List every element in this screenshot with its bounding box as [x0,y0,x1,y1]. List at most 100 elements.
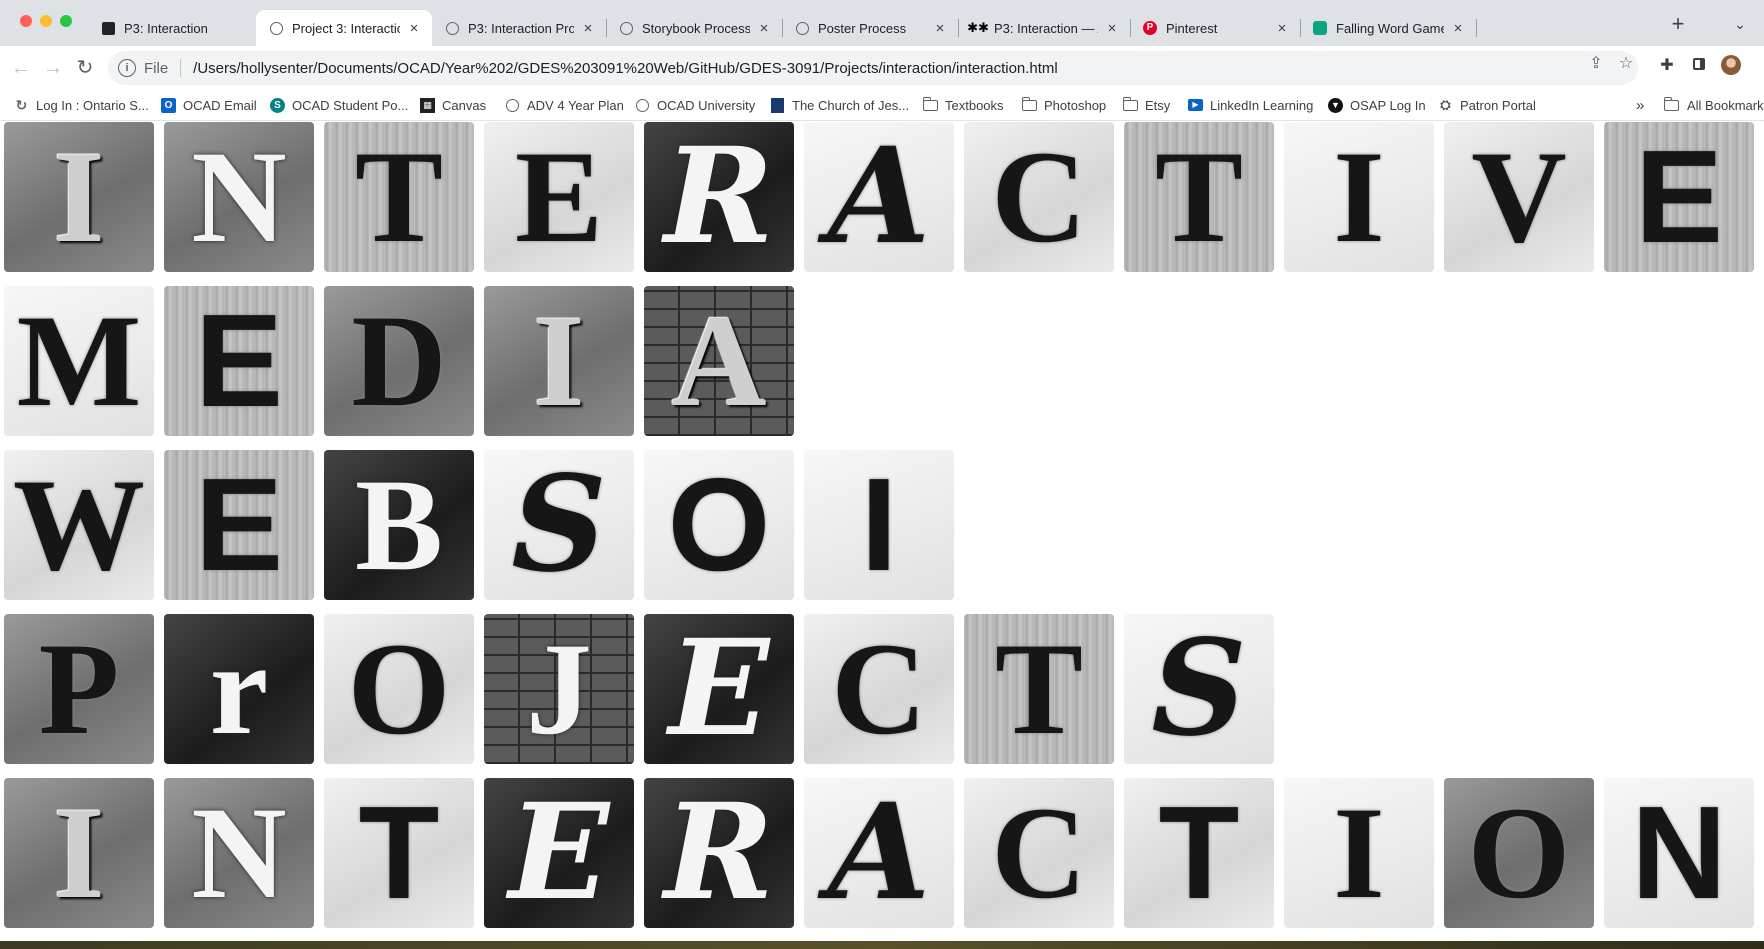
forward-button[interactable]: → [40,55,66,81]
bookmark-item[interactable]: ADV 4 Year Plan [505,95,624,115]
bookmarks-bar: ↻ Log In : Ontario S... O OCAD Email S OCAD S… [0,90,1764,121]
letter-tile-pole[interactable]: I [804,450,954,600]
patron-icon: ⛭ [1440,97,1451,112]
tab-6[interactable]: ✱✱ P3: Interaction — Are.na × [958,10,1131,46]
letter-tile-church-doors[interactable]: W [4,450,154,600]
new-tab-button[interactable]: + [1664,13,1692,35]
letter-tile-gothic-arch[interactable]: N [164,778,314,928]
letter-tile-script-wire[interactable]: R [644,122,794,272]
desktop-background-strip [0,941,1764,949]
bookmark-item[interactable]: O OCAD Email [161,95,257,115]
bookmark-item[interactable]: Etsy [1122,95,1170,115]
letter-tile-brick-sign[interactable]: A [644,286,794,436]
bookmark-label: Log In : Ontario S... [36,97,149,113]
bookmark-item[interactable]: ▼ OSAP Log In [1328,95,1426,115]
profile-avatar[interactable] [1720,55,1742,77]
url-text[interactable]: /Users/hollysenter/Documents/OCAD/Year%2… [193,60,1058,77]
site-info-icon[interactable]: i [118,59,136,77]
minimize-window-button[interactable] [40,15,52,27]
bookmark-star-icon[interactable]: ☆ [1616,54,1636,74]
address-bar[interactable]: i File /Users/hollysenter/Documents/OCAD… [108,51,1638,85]
letter-tile-iron-gate[interactable]: A [804,778,954,928]
bookmark-item[interactable]: ▶ LinkedIn Learning [1188,95,1313,115]
letter-tile-iron-cross[interactable]: T [1124,778,1274,928]
bookmark-item[interactable]: ▦ Canvas [420,95,486,115]
letter-tile-lattice[interactable]: P [4,614,154,764]
letter-tile-stained-glass[interactable]: B [324,450,474,600]
letter-tile-brick-arch[interactable]: C [964,778,1114,928]
letter-tile-metal-post[interactable]: I [4,778,154,928]
letter-tile-gable-trim[interactable]: V [1444,122,1594,272]
letter-tile-rose-window[interactable]: O [1444,778,1594,928]
close-tab-icon[interactable]: × [406,20,422,37]
bookmark-item[interactable]: S OCAD Student Po... [270,95,408,115]
letter-glyph: B [354,451,444,598]
tab-5[interactable]: Poster Process × [782,10,959,46]
letter-tile-gothic-arch[interactable]: N [164,122,314,272]
letter-tile-screen-door[interactable]: O [324,614,474,764]
letter-tile-metal-post[interactable]: I [4,122,154,272]
tab-label: Project 3: Interaction [292,20,400,36]
letter-tile-brick-arch[interactable]: C [804,614,954,764]
all-bookmarks-button[interactable]: All Bookmarks [1663,95,1764,115]
letter-tile-brick-pipe[interactable]: J [484,614,634,764]
bookmarks-overflow-button[interactable]: » [1636,95,1644,115]
close-tab-icon[interactable]: × [580,20,596,37]
letter-tile-iron-cross[interactable]: T [324,778,474,928]
letter-tile-metal-post[interactable]: I [484,286,634,436]
close-tab-icon[interactable]: × [756,20,772,37]
letter-tile-rope-oval[interactable]: O [644,450,794,600]
back-button[interactable]: ← [8,55,34,81]
tab-2[interactable]: Project 3: Interaction × [256,10,432,46]
close-tab-icon[interactable]: × [1104,20,1120,37]
letter-tile-block-letter[interactable]: N [1604,778,1754,928]
close-window-button[interactable] [20,15,32,27]
extensions-puzzle-icon[interactable]: ✚ [1656,55,1678,77]
letter-tile-script-wire[interactable]: E [644,614,794,764]
letter-tile-iron-gate[interactable]: A [804,122,954,272]
letter-tile-wood-hinge[interactable]: T [1124,122,1274,272]
letter-tile-arrow-signs[interactable]: E [1604,122,1754,272]
zoom-window-button[interactable] [60,15,72,27]
tab-8[interactable]: Falling Word Game × [1300,10,1477,46]
bookmark-item[interactable]: The Church of Jes... [770,95,909,115]
letter-tile-arrow-signs[interactable]: E [164,286,314,436]
folder-icon [1663,96,1679,111]
letter-tile-iron-scroll[interactable]: S [1124,614,1274,764]
tab-search-chevron-icon[interactable]: ⌄ [1730,13,1750,35]
bookmark-label: LinkedIn Learning [1210,97,1314,113]
bookmark-item[interactable]: ⛭ Patron Portal [1438,95,1536,115]
letter-tile-iron-handle[interactable]: I [1284,122,1434,272]
letter-glyph: T [358,779,440,926]
letter-tile-script-wire[interactable]: E [484,778,634,928]
close-tab-icon[interactable]: × [932,20,948,37]
close-tab-icon[interactable]: × [1450,20,1466,37]
bookmark-item[interactable]: Textbooks [922,95,1004,115]
letter-tile-arched-windows[interactable]: M [4,286,154,436]
bookmark-item[interactable]: Photoshop [1021,95,1106,115]
letter-tile-arrow-signs[interactable]: E [164,450,314,600]
letter-glyph: E [194,287,284,434]
reload-button[interactable]: ↻ [72,55,98,81]
letter-tile-wood-hinge[interactable]: T [324,122,474,272]
letter-glyph: D [351,287,447,434]
letter-tile-script-wire[interactable]: R [644,778,794,928]
side-panel-icon[interactable] [1688,55,1710,77]
letter-tile-iron-scroll[interactable]: S [484,450,634,600]
letter-glyph: W [13,451,145,598]
bookmark-item[interactable]: ↻ Log In : Ontario S... [14,95,149,115]
letter-tile-ornate-window[interactable]: E [484,122,634,272]
close-tab-icon[interactable]: × [1274,20,1290,37]
letter-glyph: A [827,122,931,272]
letter-tile-carved-stone[interactable]: C [964,122,1114,272]
tab-7[interactable]: P Pinterest × [1130,10,1301,46]
share-icon[interactable]: ⇪ [1586,54,1606,74]
letter-tile-white-bracket[interactable]: r [164,614,314,764]
letter-glyph: E [194,451,284,598]
letter-tile-wood-hinge[interactable]: T [964,614,1114,764]
tab-3[interactable]: P3: Interaction Process × [432,10,607,46]
bookmark-item[interactable]: OCAD University [635,95,755,115]
tab-4[interactable]: Storybook Process × [606,10,783,46]
letter-tile-rosette-arch[interactable]: D [324,286,474,436]
letter-tile-iron-handle[interactable]: I [1284,778,1434,928]
